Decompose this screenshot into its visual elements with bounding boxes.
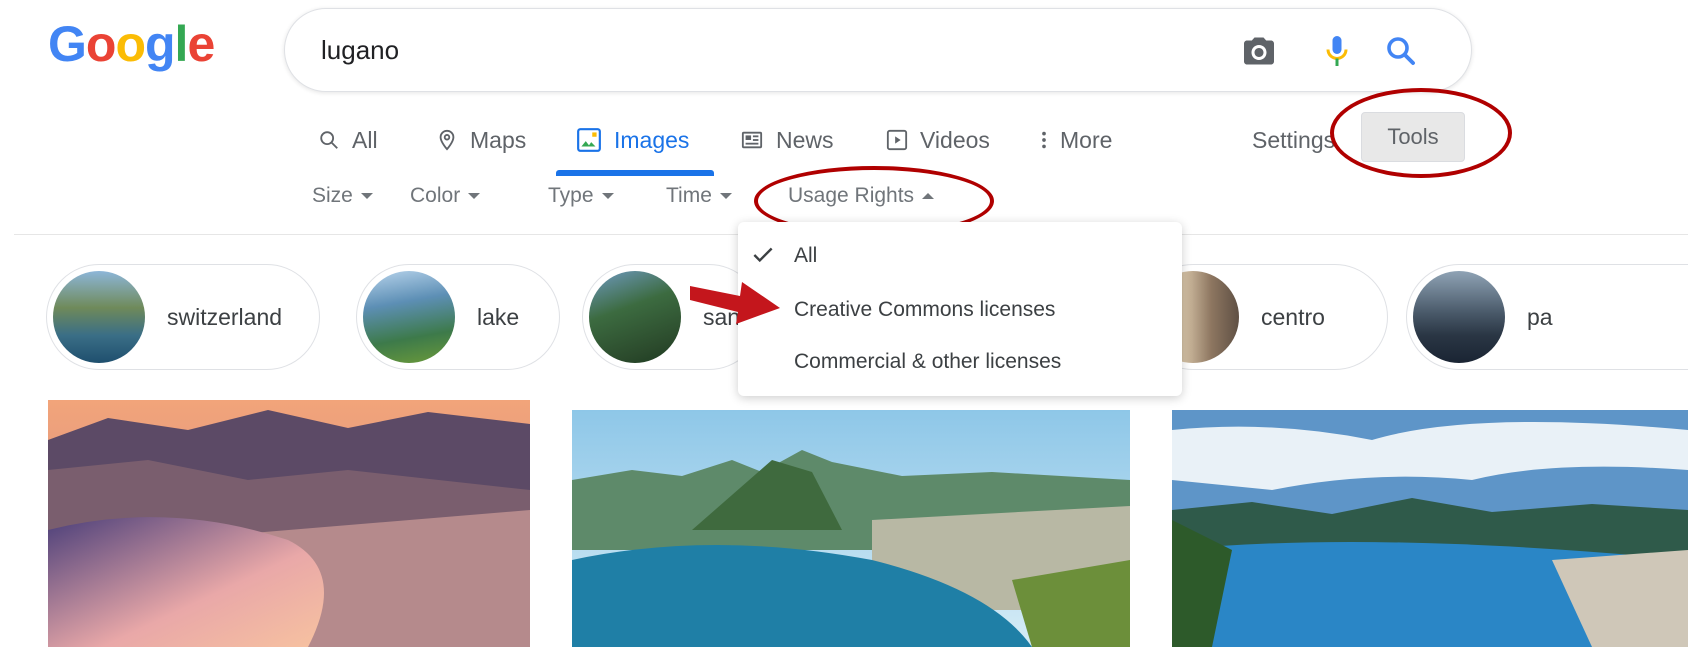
logo-letter: o	[115, 16, 146, 72]
tab-maps[interactable]: Maps	[436, 120, 526, 160]
tab-label: News	[776, 126, 834, 153]
chevron-down-icon	[719, 193, 732, 199]
image-result[interactable]	[1172, 410, 1688, 647]
filter-bar: Size Color Type Time Usage Rights	[0, 178, 1688, 222]
map-pin-icon	[439, 129, 455, 151]
settings-link[interactable]: Settings	[1252, 120, 1335, 160]
filter-label: Time	[666, 184, 712, 207]
google-logo[interactable]: Google	[48, 14, 215, 74]
filter-label: Type	[548, 184, 594, 207]
filter-time[interactable]: Time	[666, 184, 732, 208]
image-result-thumbnail	[1172, 410, 1688, 647]
chip-label: lake	[477, 303, 520, 330]
chevron-down-icon	[468, 193, 481, 199]
related-chip[interactable]: pa	[1406, 264, 1688, 370]
chip-thumbnail	[589, 271, 681, 363]
search-box	[284, 8, 1472, 92]
menu-item-label: Commercial & other licenses	[794, 350, 1062, 373]
microphone-icon[interactable]	[1319, 33, 1355, 69]
logo-letter: G	[48, 16, 87, 72]
filter-size[interactable]: Size	[312, 184, 373, 208]
tab-images[interactable]: Images	[576, 120, 689, 160]
chevron-down-icon	[601, 193, 614, 199]
menu-item-all[interactable]: All	[738, 234, 1182, 278]
image-result[interactable]	[572, 410, 1130, 647]
search-input[interactable]	[321, 33, 1201, 67]
chip-label: switzerland	[167, 303, 283, 330]
tab-label: More	[1060, 126, 1113, 153]
chip-thumbnail	[1413, 271, 1505, 363]
annotation-arrow-icon	[690, 282, 780, 324]
menu-item-label: Creative Commons licenses	[794, 298, 1056, 321]
active-tab-indicator	[556, 170, 714, 176]
tab-label: Videos	[920, 126, 990, 153]
filter-label: Color	[410, 184, 461, 207]
tab-bar: All Maps Images News Videos More Setting…	[0, 112, 1688, 178]
logo-letter: e	[187, 16, 215, 72]
filter-label: Size	[312, 184, 353, 207]
image-icon	[577, 128, 601, 152]
chip-thumbnail	[363, 271, 455, 363]
tab-news[interactable]: News	[740, 120, 834, 160]
newspaper-icon	[741, 131, 763, 149]
related-chip[interactable]: switzerland	[46, 264, 320, 370]
logo-letter: o	[85, 16, 117, 72]
tab-label: Maps	[470, 126, 527, 153]
filter-type[interactable]: Type	[548, 184, 614, 208]
image-result-thumbnail	[48, 400, 530, 647]
checkmark-icon	[753, 247, 773, 263]
camera-icon[interactable]	[1241, 33, 1277, 69]
menu-item-creative-commons[interactable]: Creative Commons licenses	[738, 288, 1182, 332]
vertical-dots-icon	[1042, 131, 1046, 149]
chevron-down-icon	[360, 193, 373, 199]
chip-thumbnail	[53, 271, 145, 363]
tab-label: All	[352, 126, 378, 153]
image-result[interactable]	[48, 400, 530, 647]
menu-item-commercial[interactable]: Commercial & other licenses	[738, 340, 1182, 384]
search-icon[interactable]	[1383, 33, 1419, 69]
tab-label: Images	[614, 126, 690, 153]
filter-color[interactable]: Color	[410, 184, 481, 208]
related-chip[interactable]: lake	[356, 264, 560, 370]
usage-rights-menu: All Creative Commons licenses Commercial…	[738, 222, 1182, 396]
chip-label: centro	[1261, 303, 1325, 330]
play-icon	[886, 129, 908, 151]
chevron-up-icon	[922, 193, 935, 199]
tab-videos[interactable]: Videos	[886, 120, 990, 160]
menu-item-label: All	[794, 244, 818, 267]
tab-more[interactable]: More	[1040, 120, 1112, 160]
filter-usage-rights[interactable]: Usage Rights	[788, 184, 935, 208]
tab-all[interactable]: All	[318, 120, 378, 160]
image-result-thumbnail	[572, 410, 1130, 647]
tools-button[interactable]: Tools	[1361, 112, 1465, 162]
search-icon	[320, 131, 338, 149]
filter-label: Usage Rights	[788, 184, 915, 207]
logo-letter: l	[174, 16, 189, 72]
chip-label: pa	[1527, 303, 1553, 330]
logo-letter: g	[145, 16, 176, 72]
